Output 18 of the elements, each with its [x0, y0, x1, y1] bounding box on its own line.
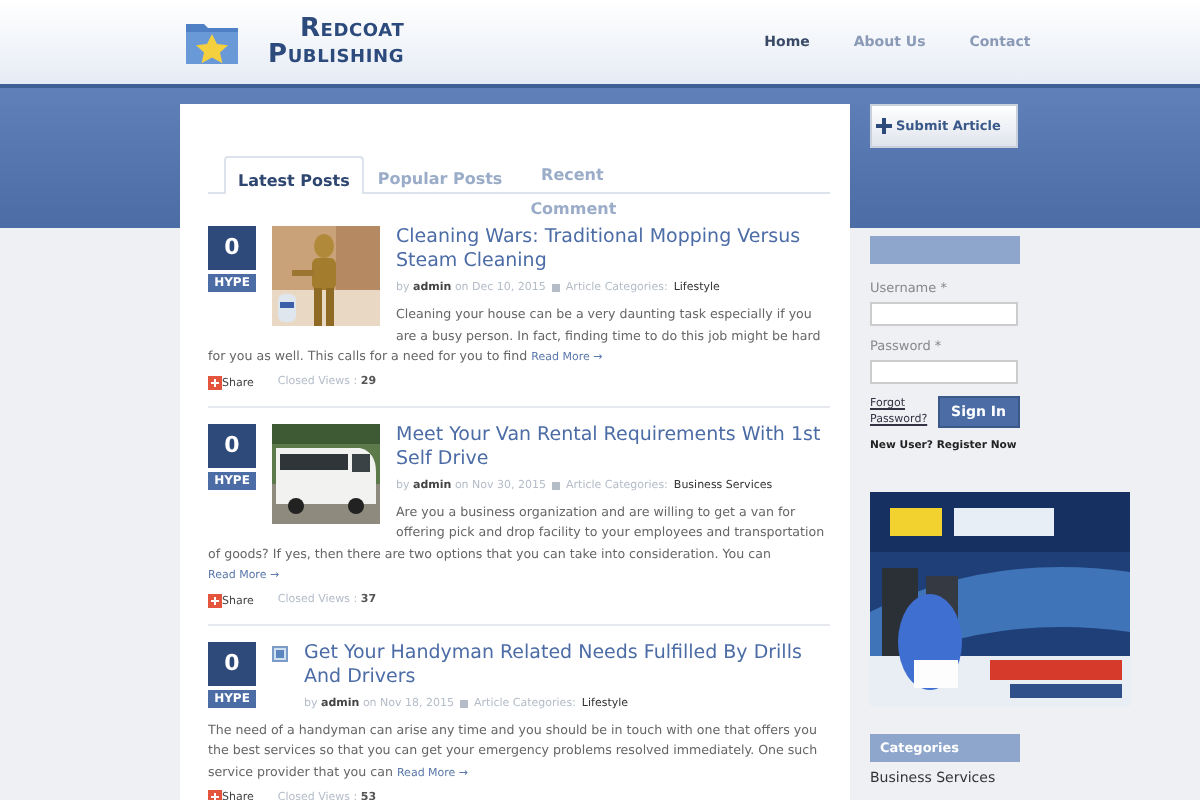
plus-icon	[876, 118, 892, 134]
site-title[interactable]: Redcoat Publishing	[268, 16, 405, 68]
tag-icon	[552, 481, 561, 489]
tab[interactable]: Latest Posts	[224, 156, 364, 194]
folder-star-icon	[184, 18, 240, 66]
broken-image-icon	[272, 645, 288, 661]
post-title[interactable]: Meet Your Van Rental Requirements With 1st Self Drive	[396, 423, 830, 471]
password-field[interactable]	[870, 360, 1018, 384]
hype-count: 0	[208, 226, 256, 270]
tag-icon	[460, 699, 469, 707]
plus-icon	[208, 375, 222, 389]
post-title[interactable]: Get Your Handyman Related Needs Fulfilled By Drills And Drivers	[304, 641, 830, 689]
plus-icon	[208, 593, 222, 607]
post-title[interactable]: Cleaning Wars: Traditional Mopping Versus Steam Cleaning	[396, 226, 830, 274]
hype-count: 0	[208, 641, 256, 685]
tag-icon	[551, 284, 560, 292]
hype-count: 0	[208, 423, 256, 467]
username-field[interactable]	[870, 302, 1018, 326]
